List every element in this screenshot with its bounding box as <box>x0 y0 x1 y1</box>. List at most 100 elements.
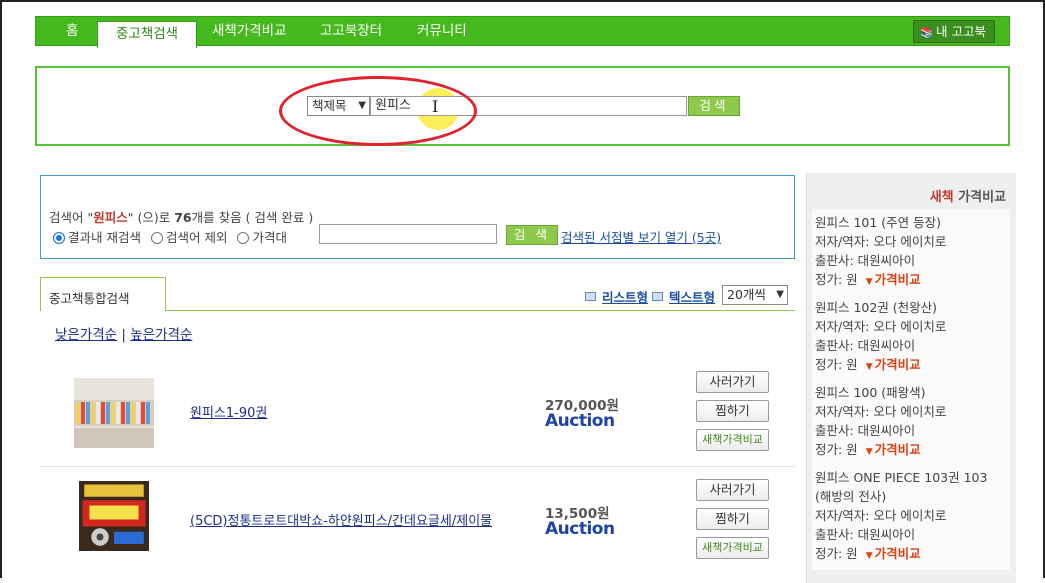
new-book-compare-button[interactable]: 새책가격비교 <box>696 537 769 559</box>
result-summary: 검색어 "원피스" (으)로 76개를 찾음 ( 검색 완료 ) <box>49 207 313 226</box>
book-price-row: 정가: 원 ▼ 가격비교 <box>815 544 1007 566</box>
book-publisher: 출판사: 대원씨아이 <box>815 253 916 268</box>
sidebar-book-item: 원피스 101 (주연 등장) 저자/역자: 오다 에이치로 출판사: 대원씨아… <box>812 209 1010 296</box>
buy-button[interactable]: 사러가기 <box>696 371 769 393</box>
list-view-icon <box>585 292 596 301</box>
per-page-value: 20개씩 <box>727 287 766 302</box>
book-author: 저자/역자: 오다 에이치로 <box>815 508 947 523</box>
list-item: 원피스1-90권 270,000원 Auction 사러가기 찜하기 새책가격비… <box>40 360 795 466</box>
sidebar-book-item: 원피스 ONE PIECE 103권 103 (해방의 전사) 저자/역자: 오… <box>812 464 1010 570</box>
list-item: (5CD)정통트로트대박쇼-하얀원피스/간데요글세/제이물 13,500원 Au… <box>40 466 795 572</box>
tab-used-book-search[interactable]: 중고책검색 <box>97 21 198 48</box>
price-compare-link[interactable]: ▼ 가격비교 <box>866 546 921 561</box>
price-compare-link[interactable]: ▼ 가격비교 <box>866 442 921 457</box>
text-view-link[interactable]: 텍스트형 <box>669 287 715 306</box>
text-view-icon <box>652 292 664 301</box>
result-count: 76 <box>174 210 192 225</box>
sort-low-price[interactable]: 낮은가격순 <box>55 327 117 343</box>
book-author: 저자/역자: 오다 에이치로 <box>815 234 947 249</box>
triangle-down-icon: ▼ <box>865 551 873 561</box>
auction-logo: Auction <box>545 411 615 431</box>
new-book-compare-button[interactable]: 새책가격비교 <box>696 429 769 451</box>
result-keyword: 원피스 <box>93 210 128 225</box>
tab-new-book-price[interactable]: 새책가격비교 <box>212 17 287 47</box>
book-price-row: 정가: 원 ▼ 가격비교 <box>815 270 1007 292</box>
book-publisher: 출판사: 대원씨아이 <box>815 527 916 542</box>
book-price: 정가: 원 <box>815 546 858 561</box>
option-label: 검색어 제외 <box>165 230 228 245</box>
sidebar-title: 새책 가격비교 <box>930 186 1006 205</box>
book-title[interactable]: 원피스 100 (패왕색) <box>815 383 1007 402</box>
sort-links: 낮은가격순 | 높은가격순 <box>55 323 192 343</box>
item-title-link[interactable]: 원피스1-90권 <box>190 402 267 421</box>
tab-integrated-search[interactable]: 중고책통합검색 <box>40 277 166 311</box>
item-title-link[interactable]: (5CD)정통트로트대박쇼-하얀원피스/간데요글세/제이물 <box>190 510 492 529</box>
book-cover-image[interactable] <box>74 378 154 448</box>
list-view-link[interactable]: 리스트형 <box>602 287 648 306</box>
book-price-row: 정가: 원 ▼ 가격비교 <box>815 440 1007 462</box>
tab-community[interactable]: 커뮤니티 <box>417 17 467 47</box>
sidebar-title-rest: 가격비교 <box>953 190 1006 205</box>
annotation-circle <box>279 76 477 146</box>
triangle-down-icon: ▼ <box>865 277 873 287</box>
result-suffix: 개를 찾음 ( 검색 완료 ) <box>191 210 314 225</box>
book-icon: 📚 <box>920 26 934 39</box>
book-price: 정가: 원 <box>815 357 858 372</box>
wishlist-button[interactable]: 찜하기 <box>696 400 769 422</box>
option-within-results[interactable]: 결과내 재검색 <box>53 227 141 246</box>
compare-label: 가격비교 <box>874 357 921 372</box>
book-author: 저자/역자: 오다 에이치로 <box>815 404 947 419</box>
compare-label: 가격비교 <box>874 546 921 561</box>
seller-name: Auction <box>545 411 615 431</box>
refine-search-button[interactable]: 검 색 <box>506 225 558 245</box>
refine-options: 결과내 재검색 검색어 제외 가격대 <box>53 227 287 246</box>
view-mode-links: 리스트형 텍스트형 <box>585 287 715 306</box>
result-info-panel: 검색어 "원피스" (으)로 76개를 찾음 ( 검색 완료 ) 결과내 재검색… <box>40 175 795 259</box>
wishlist-button[interactable]: 찜하기 <box>696 508 769 530</box>
sidebar-book-item: 원피스 100 (패왕색) 저자/역자: 오다 에이치로 출판사: 대원씨아이 … <box>812 379 1010 466</box>
store-view-link[interactable]: 검색된 서점별 보기 열기 (5곳) <box>561 227 721 246</box>
book-title[interactable]: 원피스 101 (주연 등장) <box>815 213 1007 232</box>
triangle-down-icon: ▼ <box>865 362 873 372</box>
book-title[interactable]: 원피스 102권 (천왕산) <box>815 298 1007 317</box>
chevron-down-icon: ▼ <box>776 289 784 300</box>
radio-selected-icon <box>53 232 65 244</box>
search-panel: 책제목 ▼ 원피스 I 검색 <box>35 66 1010 146</box>
book-price-row: 정가: 원 ▼ 가격비교 <box>815 355 1007 377</box>
radio-icon <box>237 232 250 244</box>
book-publisher: 출판사: 대원씨아이 <box>815 338 916 353</box>
new-book-price-sidebar: 새책 가격비교 원피스 101 (주연 등장) 저자/역자: 오다 에이치로 출… <box>806 173 1016 583</box>
triangle-down-icon: ▼ <box>865 447 873 457</box>
price-compare-link[interactable]: ▼ 가격비교 <box>866 272 921 287</box>
book-author: 저자/역자: 오다 에이치로 <box>815 319 947 334</box>
search-button[interactable]: 검색 <box>688 96 740 116</box>
book-publisher: 출판사: 대원씨아이 <box>815 423 916 438</box>
price-compare-link[interactable]: ▼ 가격비교 <box>866 357 921 372</box>
sort-high-price[interactable]: 높은가격순 <box>130 327 192 343</box>
refine-input[interactable] <box>319 224 497 244</box>
my-gogobook-label: 내 고고북 <box>936 24 986 39</box>
buy-button[interactable]: 사러가기 <box>696 479 769 501</box>
top-nav: 홈 중고책검색 새책가격비교 고고북장터 커뮤니티 📚 내 고고북 <box>35 16 1010 48</box>
option-price-range[interactable]: 가격대 <box>237 227 287 246</box>
sort-separator: | <box>121 327 126 343</box>
result-prefix: 검색어 " <box>49 210 94 225</box>
tab-gogobook-market[interactable]: 고고북장터 <box>320 17 382 47</box>
book-price: 정가: 원 <box>815 442 858 457</box>
radio-icon <box>150 232 163 244</box>
per-page-select[interactable]: 20개씩 ▼ <box>722 285 788 305</box>
book-title[interactable]: 원피스 ONE PIECE 103권 103 (해방의 전사) <box>815 468 1007 506</box>
cd-cover-image[interactable] <box>74 481 154 551</box>
auction-logo: Auction <box>545 519 615 539</box>
book-price: 정가: 원 <box>815 272 858 287</box>
result-middle: " (으)로 <box>127 210 175 225</box>
option-label: 가격대 <box>252 230 287 245</box>
seller-name: Auction <box>545 519 615 539</box>
tab-home[interactable]: 홈 <box>66 17 78 47</box>
option-exclude-keyword[interactable]: 검색어 제외 <box>150 227 228 246</box>
option-label: 결과내 재검색 <box>68 230 141 245</box>
compare-label: 가격비교 <box>874 442 921 457</box>
sidebar-book-item: 원피스 102권 (천왕산) 저자/역자: 오다 에이치로 출판사: 대원씨아이… <box>812 294 1010 381</box>
my-gogobook-button[interactable]: 📚 내 고고북 <box>913 20 995 43</box>
compare-label: 가격비교 <box>874 272 921 287</box>
